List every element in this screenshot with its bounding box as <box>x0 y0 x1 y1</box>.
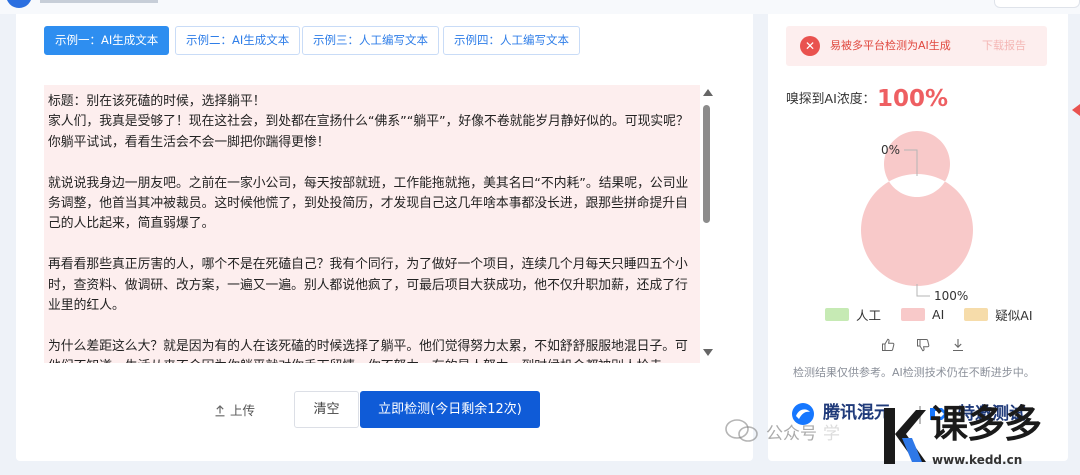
download-report-link[interactable]: 下载报告 <box>982 26 1026 66</box>
kedd-name: 课多多 <box>930 402 1042 446</box>
kedd-k-logo-icon <box>884 408 926 464</box>
legend-item[interactable]: 人工 <box>825 305 881 324</box>
feedback-actions <box>880 337 966 353</box>
thumbs-up-icon[interactable] <box>880 337 896 353</box>
legend-label: 疑似AI <box>995 307 1033 323</box>
legend-swatch <box>901 307 926 321</box>
text-input-area[interactable]: 标题：别在该死磕的时候，选择躺平！ 家人们，我真是受够了！现在这社会，到处都在宣扬… <box>44 85 700 363</box>
upload-icon <box>215 405 225 417</box>
donut-chart: 0% 100% <box>860 131 973 303</box>
text-paragraph: 家人们，我真是受够了！现在这社会，到处都在宣扬什么“佛系”“躺平”，好像不卷就能… <box>48 114 689 150</box>
legend-item[interactable]: 疑似AI <box>964 305 1033 324</box>
download-icon[interactable] <box>950 337 966 353</box>
top-right-button[interactable] <box>994 0 1080 8</box>
tab-example-3[interactable]: 示例三：人工编写文本 <box>302 26 439 55</box>
text-paragraph: 就说说我身边一朋友吧。之前在一家小公司，每天按部就班，工作能拖就拖，美其名曰“不… <box>48 175 689 232</box>
concentration-label: 嗅探到AI浓度： <box>786 92 876 107</box>
legend-swatch <box>964 307 989 321</box>
nav-underline <box>40 0 158 3</box>
result-panel: ✕ 易被多平台检测为AI生成 下载报告 嗅探到AI浓度： 100% 0% 100%… <box>768 14 1068 461</box>
donut-label: 100% <box>934 289 968 303</box>
legend-label: AI <box>932 306 945 322</box>
kedd-logo: 课多多 www.kedd.cn <box>878 398 1080 475</box>
tab-example-2[interactable]: 示例二：AI生成文本 <box>175 26 301 55</box>
chart-legend: 人工 AI 疑似AI <box>825 304 1053 324</box>
detect-button[interactable]: 立即检测(今日剩余12次) <box>360 391 540 428</box>
legend-item[interactable]: AI <box>901 307 944 322</box>
site-logo-icon <box>6 0 32 8</box>
tab-example-4[interactable]: 示例四：人工编写文本 <box>443 26 580 55</box>
watermark: 公众号 学 <box>724 418 840 444</box>
close-circle-icon: ✕ <box>800 36 820 56</box>
text-paragraph: 标题：别在该死磕的时候，选择躺平！ <box>48 94 266 109</box>
thumbs-down-icon[interactable] <box>915 337 931 353</box>
watermark-text: 公众号 <box>766 423 817 444</box>
kedd-url: www.kedd.cn <box>932 453 1023 467</box>
watermark-faint-text: 学 <box>823 423 840 444</box>
scroll-down-arrow-icon[interactable] <box>703 349 713 356</box>
wechat-icon <box>725 419 758 442</box>
tab-example-1[interactable]: 示例一：AI生成文本 <box>44 26 170 55</box>
alert-banner: ✕ 易被多平台检测为AI生成 下载报告 <box>786 26 1047 66</box>
disclaimer: 检测结果仅供参考。AI检测技术仍在不断进步中。 <box>793 366 1035 379</box>
upload-button[interactable]: 上传 <box>214 399 255 423</box>
upload-label: 上传 <box>230 403 256 418</box>
legend-swatch <box>825 307 849 321</box>
textarea-scrollbar[interactable] <box>700 85 716 363</box>
text-content: 标题：别在该死磕的时候，选择躺平！ 家人们，我真是受够了！现在这社会，到处都在宣扬… <box>48 92 694 363</box>
top-strip <box>0 0 1080 14</box>
text-paragraph: 再看看那些真正厉害的人，哪个不是在死磕自己？我有个同行，为了做好一个项目，连续几… <box>48 257 688 314</box>
concentration-value: 100% <box>877 86 949 112</box>
clear-button[interactable]: 清空 <box>294 391 359 428</box>
legend-label: 人工 <box>856 307 882 323</box>
donut-label: 0% <box>881 143 900 157</box>
side-collapse-arrow-icon[interactable] <box>1072 104 1080 116</box>
scroll-up-arrow-icon[interactable] <box>703 89 713 96</box>
text-paragraph: 为什么差距这么大？就是因为有的人在该死磕的时候选择了躺平。他们觉得努力太累，不如… <box>48 338 688 363</box>
scroll-thumb[interactable] <box>703 105 710 223</box>
input-panel: 示例一：AI生成文本 示例二：AI生成文本 示例三：人工编写文本 示例四：人工编… <box>16 14 753 461</box>
alert-text: 易被多平台检测为AI生成 <box>830 39 951 52</box>
